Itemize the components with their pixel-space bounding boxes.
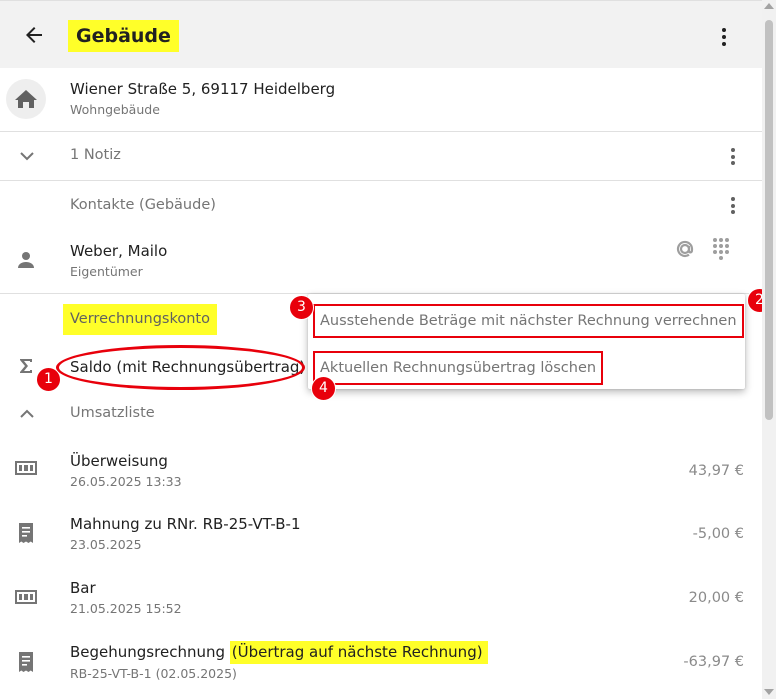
chevron-up-icon[interactable] bbox=[17, 404, 37, 428]
transaction-amount: 43,97 € bbox=[688, 463, 744, 479]
dialpad-icon[interactable] bbox=[711, 237, 731, 265]
building-type: Wohngebäude bbox=[70, 102, 160, 117]
more-vert-icon[interactable] bbox=[712, 25, 736, 49]
transaction-amount: -63,97 € bbox=[683, 654, 744, 670]
chevron-down-icon[interactable] bbox=[17, 146, 37, 170]
menu-item-offset-amounts[interactable]: Ausstehende Beträge mit nächster Rechnun… bbox=[313, 304, 744, 338]
transaction-amount: 20,00 € bbox=[688, 590, 744, 606]
scrollbar-thumb[interactable] bbox=[765, 20, 773, 420]
transaction-subtitle: RB-25-VT-B-1 (02.05.2025) bbox=[70, 666, 237, 681]
receipt-icon bbox=[17, 651, 35, 677]
email-at-icon[interactable] bbox=[673, 237, 697, 265]
cash-icon bbox=[15, 588, 37, 610]
app-bar: Gebäude bbox=[0, 0, 762, 68]
divider bbox=[0, 131, 762, 132]
contacts-more-icon[interactable] bbox=[731, 197, 735, 217]
transaction-title[interactable]: Bar bbox=[70, 579, 96, 597]
transaction-subtitle: 26.05.2025 13:33 bbox=[70, 474, 182, 489]
transaction-amount: -5,00 € bbox=[692, 526, 744, 542]
page-title: Gebäude bbox=[68, 20, 179, 52]
transaction-title[interactable]: Mahnung zu RNr. RB-25-VT-B-1 bbox=[70, 515, 301, 533]
carry-over-highlight: (Übertrag auf nächste Rechnung) bbox=[229, 641, 488, 664]
contacts-section-label: Kontakte (Gebäude) bbox=[70, 197, 216, 213]
account-section-label: Verrechnungskonto bbox=[63, 304, 217, 335]
contact-name[interactable]: Weber, Mailo bbox=[70, 242, 167, 260]
transactions-section-label: Umsatzliste bbox=[70, 405, 155, 421]
home-icon bbox=[6, 79, 46, 119]
annotation-ellipse bbox=[56, 345, 305, 390]
menu-item-delete-carryover[interactable]: Aktuellen Rechnungsübertrag löschen bbox=[313, 351, 604, 385]
sigma-icon bbox=[17, 357, 35, 379]
receipt-icon bbox=[17, 522, 35, 548]
annotation-badge-1: 1 bbox=[36, 367, 61, 392]
contact-role: Eigentümer bbox=[70, 264, 143, 279]
annotation-badge-4: 4 bbox=[311, 376, 336, 401]
person-icon bbox=[16, 250, 36, 274]
back-arrow-icon[interactable] bbox=[22, 23, 46, 47]
notes-label[interactable]: 1 Notiz bbox=[70, 147, 121, 163]
notes-more-icon[interactable] bbox=[731, 148, 735, 168]
transaction-title[interactable]: Überweisung bbox=[70, 452, 168, 470]
cash-icon bbox=[15, 459, 37, 481]
transaction-subtitle: 23.05.2025 bbox=[70, 537, 142, 552]
transaction-title[interactable]: Begehungsrechnung (Übertrag auf nächste … bbox=[70, 641, 488, 664]
annotation-badge-3: 3 bbox=[289, 295, 314, 320]
scroll-up-icon[interactable] bbox=[764, 3, 774, 9]
transaction-subtitle: 21.05.2025 15:52 bbox=[70, 601, 182, 616]
divider bbox=[0, 180, 762, 181]
scroll-down-icon[interactable] bbox=[764, 689, 774, 695]
building-address[interactable]: Wiener Straße 5, 69117 Heidelberg bbox=[70, 80, 335, 98]
